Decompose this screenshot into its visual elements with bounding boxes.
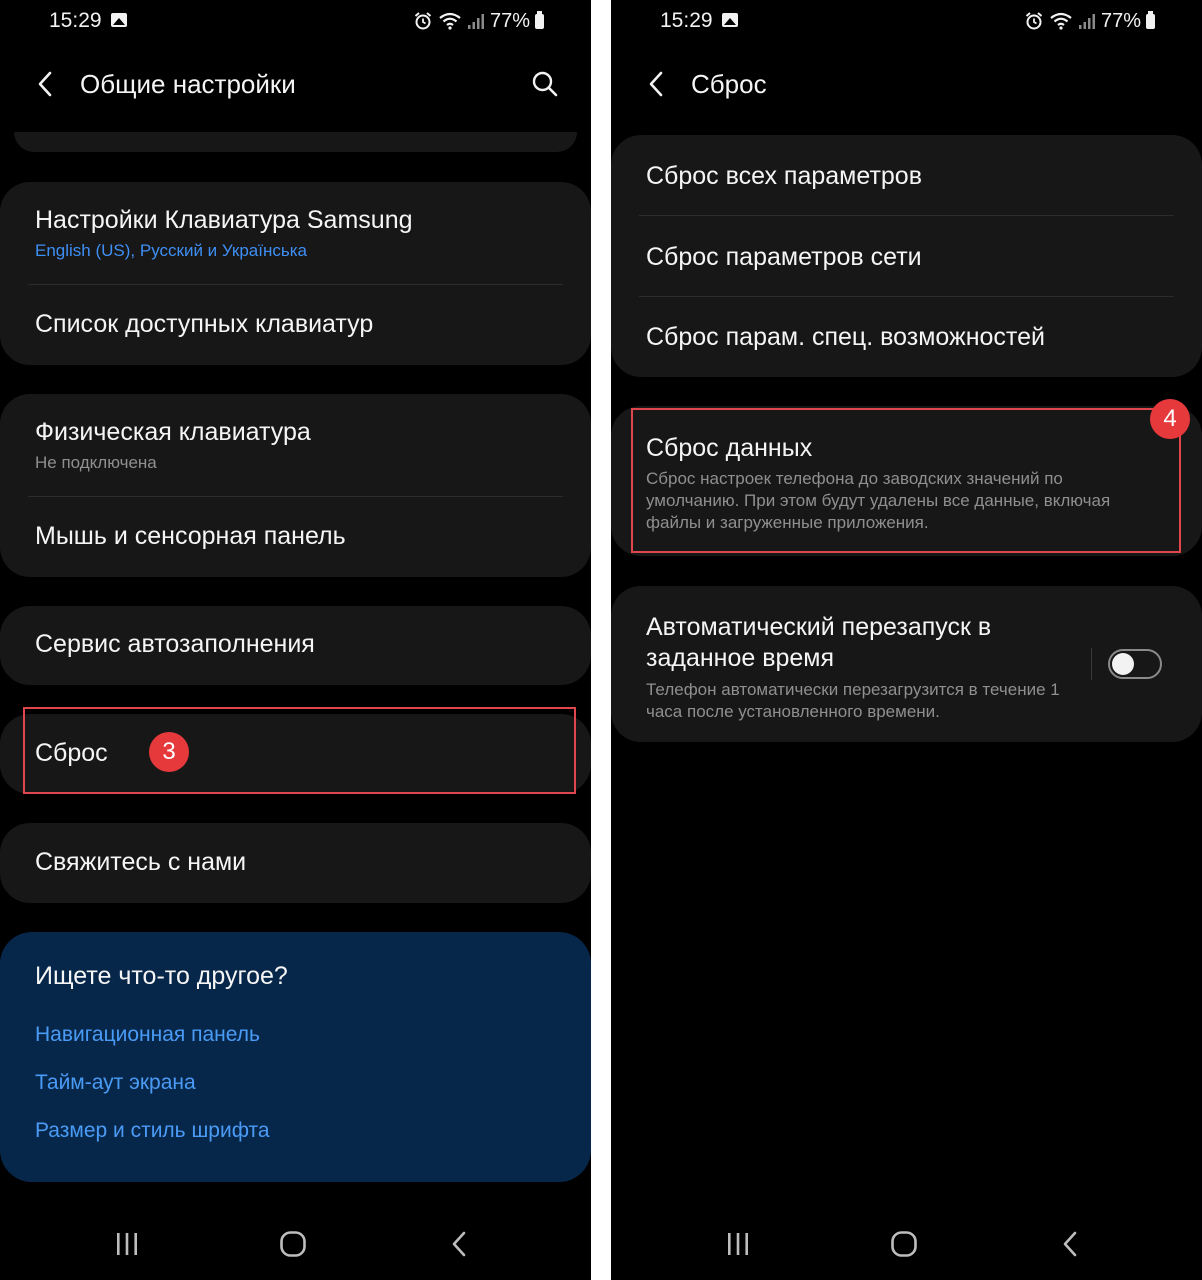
toggle-separator <box>1091 648 1092 680</box>
back-icon <box>1063 1231 1077 1257</box>
home-button[interactable] <box>273 1224 313 1264</box>
reset-options-card: Сброс всех параметров Сброс параметров с… <box>611 135 1202 377</box>
home-icon <box>891 1231 917 1257</box>
chevron-left-icon <box>38 71 52 97</box>
reset-highlight <box>23 707 576 794</box>
physical-keyboard-title: Физическая клавиатура <box>35 418 311 446</box>
reset-accessibility-item[interactable]: Сброс парам. спец. возможностей <box>646 323 1172 352</box>
status-icons: 77% <box>413 9 544 33</box>
right-screen: 15:29 77% Сброс Сброс всех параметров Сб… <box>611 0 1202 1280</box>
keyboard-settings-item[interactable]: Настройки Клавиатура Samsung English (US… <box>35 206 561 262</box>
divider <box>28 284 563 285</box>
wifi-icon <box>1050 12 1072 30</box>
reset-all-settings-item[interactable]: Сброс всех параметров <box>646 162 1172 191</box>
suggestion-link-font-size[interactable]: Размер и стиль шрифта <box>35 1119 270 1143</box>
app-header: Сброс <box>611 56 1202 114</box>
auto-restart-item[interactable]: Автоматический перезапуск в заданное вре… <box>646 612 1082 723</box>
back-button[interactable] <box>28 66 62 102</box>
status-icons: 77% <box>1024 9 1155 33</box>
autofill-item[interactable]: Сервис автозаполнения <box>35 630 561 659</box>
status-bar: 15:29 77% <box>611 0 1202 44</box>
back-nav-button[interactable] <box>1050 1224 1090 1264</box>
battery-icon <box>1146 10 1155 29</box>
image-icon <box>722 13 738 27</box>
back-nav-button[interactable] <box>439 1224 479 1264</box>
mouse-touchpad-item[interactable]: Мышь и сенсорная панель <box>35 522 561 551</box>
navigation-bar <box>611 1208 1202 1280</box>
home-icon <box>280 1231 306 1257</box>
recents-icon <box>117 1233 137 1255</box>
clipped-card <box>14 132 577 152</box>
physical-keyboard-subtitle: Не подключена <box>35 453 157 472</box>
left-screen: 15:29 77% Общие настройки Настройки Клав… <box>0 0 591 1280</box>
status-time: 15:29 <box>49 9 102 32</box>
alarm-icon <box>1025 12 1043 30</box>
reset-all-settings-title: Сброс всех параметров <box>646 162 922 190</box>
battery-percent: 77% <box>1100 9 1141 32</box>
autofill-card: Сервис автозаполнения <box>0 606 591 685</box>
app-header: Общие настройки <box>0 56 591 114</box>
suggestions-card: Ищете что-то другое? Навигационная панел… <box>0 932 591 1182</box>
divider <box>639 296 1174 297</box>
search-button[interactable] <box>527 66 563 102</box>
physical-keyboard-item[interactable]: Физическая клавиатура Не подключена <box>35 418 561 474</box>
suggestion-link-navigation-bar[interactable]: Навигационная панель <box>35 1023 260 1047</box>
back-button[interactable] <box>639 66 673 102</box>
auto-restart-description: Телефон автоматически перезагрузится в т… <box>646 680 1060 721</box>
reset-network-title: Сброс параметров сети <box>646 243 922 271</box>
suggestions-title: Ищете что-то другое? <box>35 962 288 990</box>
contact-card: Свяжитесь с нами <box>0 823 591 903</box>
step-badge: 3 <box>149 732 189 772</box>
reset-network-item[interactable]: Сброс параметров сети <box>646 243 1172 272</box>
reset-accessibility-title: Сброс парам. спец. возможностей <box>646 323 1045 351</box>
alarm-icon <box>414 12 432 30</box>
page-title: Общие настройки <box>80 69 296 99</box>
image-icon <box>111 13 127 27</box>
input-devices-card: Физическая клавиатура Не подключена Мышь… <box>0 394 591 577</box>
page-title: Сброс <box>691 69 767 99</box>
step-badge: 4 <box>1150 399 1190 439</box>
keyboard-list-title: Список доступных клавиатур <box>35 310 374 338</box>
battery-icon <box>535 10 544 29</box>
recents-icon <box>728 1233 748 1255</box>
autofill-title: Сервис автозаполнения <box>35 630 315 658</box>
navigation-bar <box>0 1208 591 1280</box>
recents-button[interactable] <box>718 1224 758 1264</box>
factory-reset-highlight <box>631 408 1181 553</box>
auto-restart-toggle[interactable] <box>1108 649 1162 679</box>
keyboard-list-item[interactable]: Список доступных клавиатур <box>35 310 561 339</box>
signal-icon <box>467 14 484 29</box>
keyboard-card: Настройки Клавиатура Samsung English (US… <box>0 182 591 365</box>
contact-item[interactable]: Свяжитесь с нами <box>35 848 561 877</box>
keyboard-settings-title: Настройки Клавиатура Samsung <box>35 206 413 234</box>
recents-button[interactable] <box>107 1224 147 1264</box>
chevron-left-icon <box>649 71 663 97</box>
suggestion-link-screen-timeout[interactable]: Тайм-аут экрана <box>35 1071 196 1095</box>
toggle-knob <box>1112 653 1134 675</box>
signal-icon <box>1078 14 1095 29</box>
wifi-icon <box>439 12 461 30</box>
divider <box>639 215 1174 216</box>
auto-restart-title: Автоматический перезапуск в заданное вре… <box>646 613 992 672</box>
home-button[interactable] <box>884 1224 924 1264</box>
status-time: 15:29 <box>660 9 713 32</box>
contact-title: Свяжитесь с нами <box>35 848 247 876</box>
mouse-touchpad-title: Мышь и сенсорная панель <box>35 522 346 550</box>
auto-restart-card: Автоматический перезапуск в заданное вре… <box>611 586 1202 742</box>
back-icon <box>452 1231 466 1257</box>
status-bar: 15:29 77% <box>0 0 591 44</box>
keyboard-settings-subtitle: English (US), Русский и Українська <box>35 241 307 260</box>
search-icon <box>532 71 558 97</box>
divider <box>28 496 563 497</box>
battery-percent: 77% <box>489 9 530 32</box>
